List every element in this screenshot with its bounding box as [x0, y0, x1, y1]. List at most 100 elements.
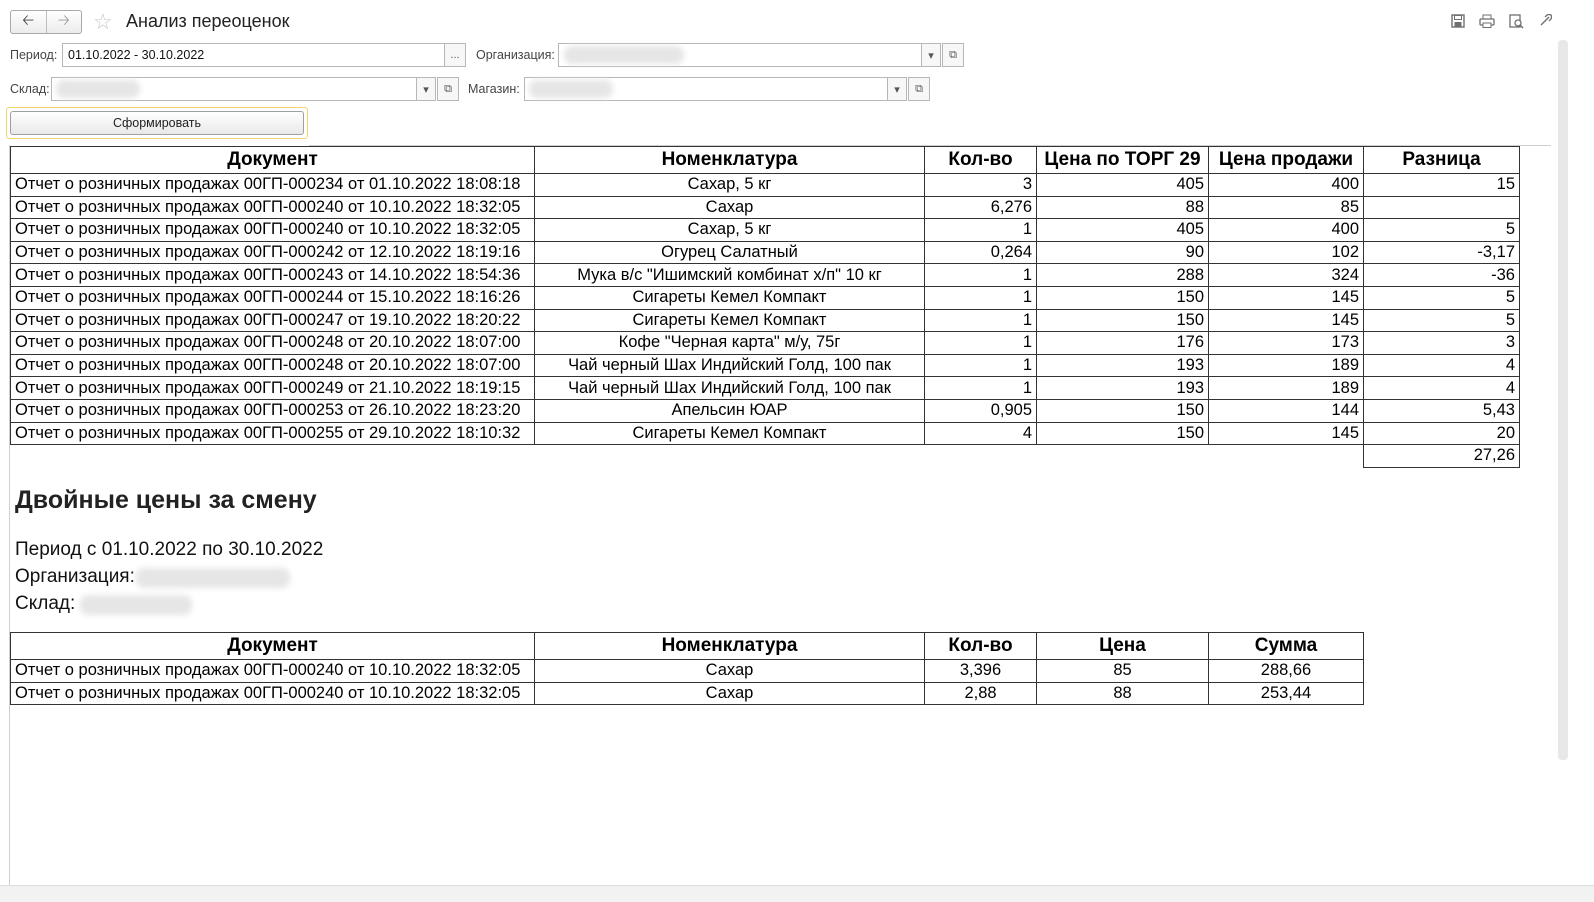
cell-quantity: 0,905	[924, 398, 1037, 423]
cell-difference	[1363, 195, 1520, 220]
col-header-quantity: Кол-во	[924, 632, 1037, 660]
table-row: Отчет о розничных продажах 00ГП-000248 о…	[10, 331, 1520, 355]
cell-nomenclature: Сигареты Кемел Компакт	[534, 285, 925, 310]
cell-difference: 5	[1363, 285, 1520, 310]
cell-document: Отчет о розничных продажах 00ГП-000244 о…	[10, 285, 535, 310]
cell-document: Отчет о розничных продажах 00ГП-000240 о…	[10, 218, 535, 242]
save-icon[interactable]	[1449, 12, 1467, 30]
cell-nomenclature: Сахар	[534, 195, 925, 220]
cell-sale-price: 102	[1208, 240, 1364, 265]
warehouse-dropdown-icon[interactable]: ▾	[416, 77, 436, 101]
cell-nomenclature: Сахар, 5 кг	[534, 218, 925, 242]
cell-sum: 253,44	[1208, 681, 1364, 706]
forward-arrow-icon[interactable]: 🡢	[45, 11, 82, 33]
cell-nomenclature: Огурец Салатный	[534, 240, 925, 265]
cell-sum: 288,66	[1208, 659, 1364, 683]
cell-quantity: 3	[924, 173, 1037, 197]
table-row: Отчет о розничных продажах 00ГП-000240 о…	[10, 681, 1364, 706]
cell-quantity: 2,88	[924, 681, 1037, 706]
table-row: Отчет о розничных продажах 00ГП-000247 о…	[10, 308, 1520, 333]
col-header-torg29-price: Цена по ТОРГ 29	[1036, 146, 1209, 174]
col-header-document: Документ	[10, 146, 535, 174]
period-field[interactable]: 01.10.2022 - 30.10.2022	[62, 43, 445, 67]
table-header-row: Документ Номенклатура Кол-во Цена Сумма	[10, 632, 1364, 660]
status-bar	[0, 885, 1594, 902]
generate-button[interactable]: Сформировать	[10, 111, 304, 135]
organization-open-icon[interactable]: ⧉	[942, 43, 964, 67]
cell-difference: 3	[1363, 331, 1520, 355]
period-text: Период с 01.10.2022 по 30.10.2022	[15, 539, 324, 560]
title-bar: 🡠 🡢 ☆ Анализ переоценок	[0, 0, 1594, 42]
back-arrow-icon[interactable]: 🡠	[11, 11, 46, 33]
cell-sale-price: 144	[1208, 398, 1364, 423]
cell-quantity: 0,264	[924, 240, 1037, 265]
table-row: Отчет о розничных продажах 00ГП-000240 о…	[10, 218, 1520, 242]
cell-torg29-price: 90	[1036, 240, 1209, 265]
cell-sale-price: 145	[1208, 308, 1364, 333]
cell-document: Отчет о розничных продажах 00ГП-000247 о…	[10, 308, 535, 333]
cell-sale-price: 189	[1208, 376, 1364, 400]
table-row: Отчет о розничных продажах 00ГП-000234 о…	[10, 173, 1520, 197]
cell-document: Отчет о розничных продажах 00ГП-000248 о…	[10, 331, 535, 355]
organization-value-redacted	[564, 46, 684, 64]
cell-difference: -3,17	[1363, 240, 1520, 265]
cell-quantity: 1	[924, 331, 1037, 355]
shop-label: Магазин:	[468, 82, 520, 96]
total-difference: 27,26	[1363, 444, 1520, 468]
cell-nomenclature: Кофе "Черная карта" м/у, 75г	[534, 331, 925, 355]
cell-nomenclature: Апельсин ЮАР	[534, 398, 925, 423]
cell-nomenclature: Сахар, 5 кг	[534, 173, 925, 197]
cell-nomenclature: Сахар	[534, 659, 925, 683]
cell-difference: -36	[1363, 263, 1520, 287]
shop-dropdown-icon[interactable]: ▾	[887, 77, 907, 101]
cell-torg29-price: 176	[1036, 331, 1209, 355]
link-icon[interactable]	[1536, 12, 1554, 30]
cell-quantity: 3,396	[924, 659, 1037, 683]
cell-document: Отчет о розничных продажах 00ГП-000242 о…	[10, 240, 535, 265]
cell-document: Отчет о розничных продажах 00ГП-000248 о…	[10, 353, 535, 378]
cell-quantity: 6,276	[924, 195, 1037, 220]
cell-torg29-price: 150	[1036, 421, 1209, 446]
shop-open-icon[interactable]: ⧉	[908, 77, 930, 101]
warehouse-open-icon[interactable]: ⧉	[437, 77, 459, 101]
print-icon[interactable]	[1478, 12, 1496, 30]
cell-sale-price: 324	[1208, 263, 1364, 287]
cell-difference: 5	[1363, 308, 1520, 333]
cell-difference: 4	[1363, 376, 1520, 400]
cell-torg29-price: 193	[1036, 376, 1209, 400]
cell-sale-price: 173	[1208, 331, 1364, 355]
cell-torg29-price: 405	[1036, 173, 1209, 197]
cell-nomenclature: Чай черный Шах Индийский Голд, 100 пак	[534, 376, 925, 400]
cell-quantity: 1	[924, 263, 1037, 287]
star-icon[interactable]: ☆	[93, 9, 113, 35]
preview-icon[interactable]	[1507, 12, 1525, 30]
vertical-scrollbar[interactable]	[1558, 40, 1568, 760]
table-row: Отчет о розничных продажах 00ГП-000240 о…	[10, 659, 1364, 683]
revaluation-table: Документ Номенклатура Кол-во Цена по ТОР…	[10, 146, 1520, 468]
col-header-nomenclature: Номенклатура	[534, 146, 925, 174]
cell-torg29-price: 150	[1036, 308, 1209, 333]
table-row: Отчет о розничных продажах 00ГП-000253 о…	[10, 398, 1520, 423]
warehouse-value-redacted	[56, 80, 140, 98]
table-row: Отчет о розничных продажах 00ГП-000255 о…	[10, 421, 1520, 446]
cell-document: Отчет о розничных продажах 00ГП-000240 о…	[10, 195, 535, 220]
col-header-sale-price: Цена продажи	[1208, 146, 1364, 174]
cell-document: Отчет о розничных продажах 00ГП-000253 о…	[10, 398, 535, 423]
cell-difference: 5,43	[1363, 398, 1520, 423]
cell-quantity: 1	[924, 376, 1037, 400]
organization-text-redacted	[136, 568, 290, 588]
cell-nomenclature: Мука в/с "Ишимский комбинат х/п" 10 кг	[534, 263, 925, 287]
period-select-button[interactable]: ...	[444, 43, 466, 67]
cell-sale-price: 400	[1208, 218, 1364, 242]
col-header-nomenclature: Номенклатура	[534, 632, 925, 660]
organization-dropdown-icon[interactable]: ▾	[921, 43, 941, 67]
period-label: Период:	[10, 48, 58, 62]
col-header-sum: Сумма	[1208, 632, 1364, 660]
col-header-quantity: Кол-во	[924, 146, 1037, 174]
cell-document: Отчет о розничных продажах 00ГП-000240 о…	[10, 681, 535, 706]
cell-nomenclature: Сигареты Кемел Компакт	[534, 308, 925, 333]
cell-torg29-price: 193	[1036, 353, 1209, 378]
warehouse-text: Склад:	[15, 593, 76, 614]
table-header-row: Документ Номенклатура Кол-во Цена по ТОР…	[10, 146, 1520, 174]
table-row: Отчет о розничных продажах 00ГП-000249 о…	[10, 376, 1520, 400]
